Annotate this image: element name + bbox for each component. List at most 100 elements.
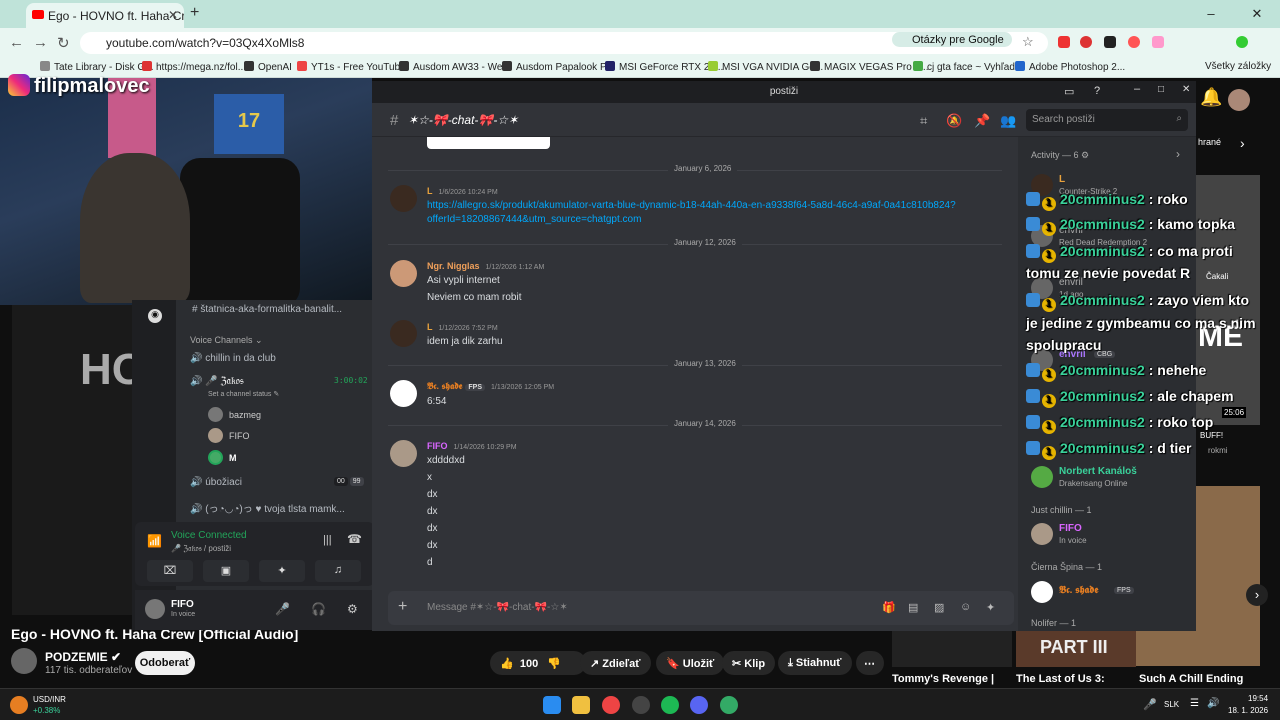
voice-location[interactable]: 🎤 ℨ𝔞𝔨𝔬𝔰 / postiži bbox=[171, 544, 231, 554]
subscribe-button[interactable]: Odoberať bbox=[135, 651, 195, 675]
chevron-right-icon[interactable]: › bbox=[1246, 584, 1268, 606]
network-icon[interactable]: ☰ bbox=[1190, 698, 1199, 709]
extension-icon[interactable] bbox=[1152, 36, 1164, 48]
download-button[interactable]: ⤓ Stiahnuť bbox=[778, 651, 852, 675]
gif-icon[interactable]: ▤ bbox=[908, 601, 918, 614]
apps-icon[interactable]: ✦ bbox=[986, 601, 995, 614]
members-icon[interactable]: 👥 bbox=[1000, 113, 1016, 129]
close-window-icon[interactable]: ✕ bbox=[1234, 0, 1280, 28]
user-name[interactable]: FIFO bbox=[171, 599, 194, 610]
chrome-icon[interactable] bbox=[602, 696, 620, 714]
avatar[interactable] bbox=[390, 380, 417, 407]
channel-name[interactable]: PODZEMIE ✔ bbox=[45, 650, 121, 664]
recommendation-title[interactable]: The Last of Us 3: bbox=[1016, 673, 1105, 685]
clip-button[interactable]: ✂ Klip bbox=[722, 651, 776, 675]
inbox-icon[interactable]: ▭ bbox=[1064, 85, 1074, 98]
bookmark[interactable]: Ausdom Papalook P... bbox=[502, 61, 614, 73]
message-author[interactable]: Ngr. Nigglas 1/12/2026 1:12 AM bbox=[427, 261, 544, 271]
microphone-icon[interactable]: 🎤 bbox=[275, 602, 290, 616]
all-bookmarks[interactable]: Všetky záložky bbox=[1205, 61, 1271, 72]
voice-channel-active[interactable]: 🔊 🎤 ℨ𝔞𝔨𝔬𝔰 bbox=[190, 376, 244, 387]
avatar[interactable] bbox=[145, 599, 165, 619]
close-icon[interactable]: ✕ bbox=[1182, 84, 1190, 95]
minimize-icon[interactable]: – bbox=[1134, 83, 1140, 95]
message-author[interactable]: L 1/12/2026 7:52 PM bbox=[427, 322, 498, 332]
voice-channels-header[interactable]: Voice Channels ⌄ bbox=[190, 335, 263, 346]
forward-icon[interactable]: → bbox=[33, 34, 48, 51]
bookmark[interactable]: Adobe Photoshop 2... bbox=[1015, 61, 1125, 73]
pin-icon[interactable]: 📌 bbox=[974, 113, 990, 129]
plus-icon[interactable]: + bbox=[398, 598, 407, 616]
channel-avatar[interactable] bbox=[11, 648, 37, 674]
minimize-icon[interactable]: – bbox=[1188, 0, 1234, 28]
reload-icon[interactable]: ↻ bbox=[57, 34, 70, 52]
save-button[interactable]: 🔖 Uložiť bbox=[656, 651, 725, 675]
close-tab-icon[interactable]: ✕ bbox=[168, 8, 178, 22]
extension-icon[interactable] bbox=[1080, 36, 1092, 48]
sticker-icon[interactable]: ▨ bbox=[934, 601, 944, 614]
thumbs-down-icon[interactable]: 👎 bbox=[547, 658, 561, 670]
bookmark[interactable]: YT1s - Free YouTub... bbox=[297, 61, 408, 73]
member-item[interactable]: FIFO In voice bbox=[1031, 521, 1191, 549]
avatar[interactable] bbox=[390, 260, 417, 287]
voice-channel[interactable]: 🔊 chillin in da club bbox=[190, 353, 276, 364]
message-author[interactable]: FIFO 1/14/2026 10:29 PM bbox=[427, 441, 517, 451]
voice-channel[interactable]: 🔊 úbožiaci bbox=[190, 477, 242, 488]
message-link[interactable]: offerId=18208867444&utm_source=chatgpt.c… bbox=[427, 214, 641, 225]
noise-icon[interactable]: ||| bbox=[323, 534, 332, 546]
bookmark[interactable]: https://mega.nz/fol... bbox=[142, 61, 246, 73]
chevron-right-icon[interactable]: › bbox=[1176, 147, 1180, 161]
microphone-icon[interactable]: 🎤 bbox=[1143, 698, 1157, 711]
bookmark[interactable]: MSI GeForce RTX 20... bbox=[605, 61, 723, 73]
profile-icon[interactable] bbox=[1236, 36, 1248, 48]
voice-user[interactable]: FIFO bbox=[208, 428, 250, 443]
language-indicator[interactable]: SLK bbox=[1164, 700, 1179, 709]
bookmark[interactable]: MSI VGA NVIDIA Ge... bbox=[708, 61, 823, 73]
bookmark[interactable]: MAGIX VEGAS Pro 1... bbox=[810, 61, 928, 73]
discord-icon[interactable] bbox=[690, 696, 708, 714]
camera-off-button[interactable]: ⌧ bbox=[147, 560, 193, 582]
headphones-icon[interactable]: 🎧 bbox=[311, 602, 326, 616]
extension-icon[interactable] bbox=[1104, 36, 1116, 48]
extension-icon[interactable] bbox=[1058, 36, 1070, 48]
chevron-right-icon[interactable]: › bbox=[1240, 135, 1245, 151]
stocks-icon[interactable] bbox=[10, 696, 28, 714]
avatar[interactable] bbox=[390, 440, 417, 467]
start-icon[interactable] bbox=[543, 696, 561, 714]
notifications-icon[interactable]: 🔔 bbox=[1200, 87, 1222, 108]
help-icon[interactable]: ? bbox=[1094, 85, 1100, 97]
recommendation-title[interactable]: Such A Chill Ending bbox=[1139, 673, 1243, 685]
activities-button[interactable]: ✦ bbox=[259, 560, 305, 582]
channel-status[interactable]: Set a channel status ✎ bbox=[208, 390, 279, 398]
message-author[interactable]: L 1/6/2026 10:24 PM bbox=[427, 186, 498, 196]
recommendation-title[interactable]: Tommy's Revenge | bbox=[892, 673, 994, 685]
threads-icon[interactable]: ⌗ bbox=[920, 113, 927, 129]
spotify-icon[interactable] bbox=[661, 696, 679, 714]
share-button[interactable]: ↗ Zdieľať bbox=[580, 651, 651, 675]
volume-icon[interactable]: 🔊 bbox=[1207, 698, 1219, 709]
gift-icon[interactable]: 🎁 bbox=[882, 601, 896, 614]
file-explorer-icon[interactable] bbox=[572, 696, 590, 714]
message-author[interactable]: 𝕭𝖈. 𝖘𝖍𝖆𝖉𝖊 FPS 1/13/2026 12:05 PM bbox=[427, 381, 554, 392]
chrome-profile-icon[interactable] bbox=[720, 696, 738, 714]
bookmark[interactable]: Ausdom AW33 - We... bbox=[399, 61, 511, 73]
compass-icon[interactable]: ◉ bbox=[148, 309, 162, 323]
search-input[interactable]: Search postiži ⌕ bbox=[1026, 109, 1188, 131]
disconnect-icon[interactable]: ☎ bbox=[347, 532, 362, 546]
bookmark[interactable]: Tate Library - Disk G... bbox=[40, 61, 153, 73]
tab-youtube[interactable]: Ego - HOVNO ft. Haha Crew (O ✕ bbox=[26, 3, 184, 28]
message-composer[interactable]: + Message #✶☆-🎀-chat-🎀-☆✶ 🎁 ▤ ▨ ☺ ✦ bbox=[388, 591, 1014, 625]
soundboard-button[interactable]: ♫ bbox=[315, 560, 361, 582]
mute-icon[interactable]: 🔕 bbox=[946, 113, 962, 129]
more-actions-button[interactable]: ⋯ bbox=[856, 651, 884, 675]
bookmark[interactable]: cj gta face ~ Vyhľad... bbox=[913, 61, 1023, 73]
clock-date[interactable]: 18. 1. 2026 bbox=[1228, 706, 1268, 715]
extension-icon[interactable] bbox=[1128, 36, 1140, 48]
emoji-icon[interactable]: ☺ bbox=[960, 601, 971, 613]
avatar[interactable] bbox=[390, 185, 417, 212]
signal-icon[interactable]: 📶 bbox=[147, 534, 162, 548]
maximize-icon[interactable]: □ bbox=[1158, 84, 1164, 95]
star-icon[interactable]: ☆ bbox=[1022, 34, 1034, 50]
obs-icon[interactable] bbox=[632, 696, 650, 714]
channel-item[interactable]: # štatnica-aka-formalitka-banalit... bbox=[192, 304, 342, 315]
